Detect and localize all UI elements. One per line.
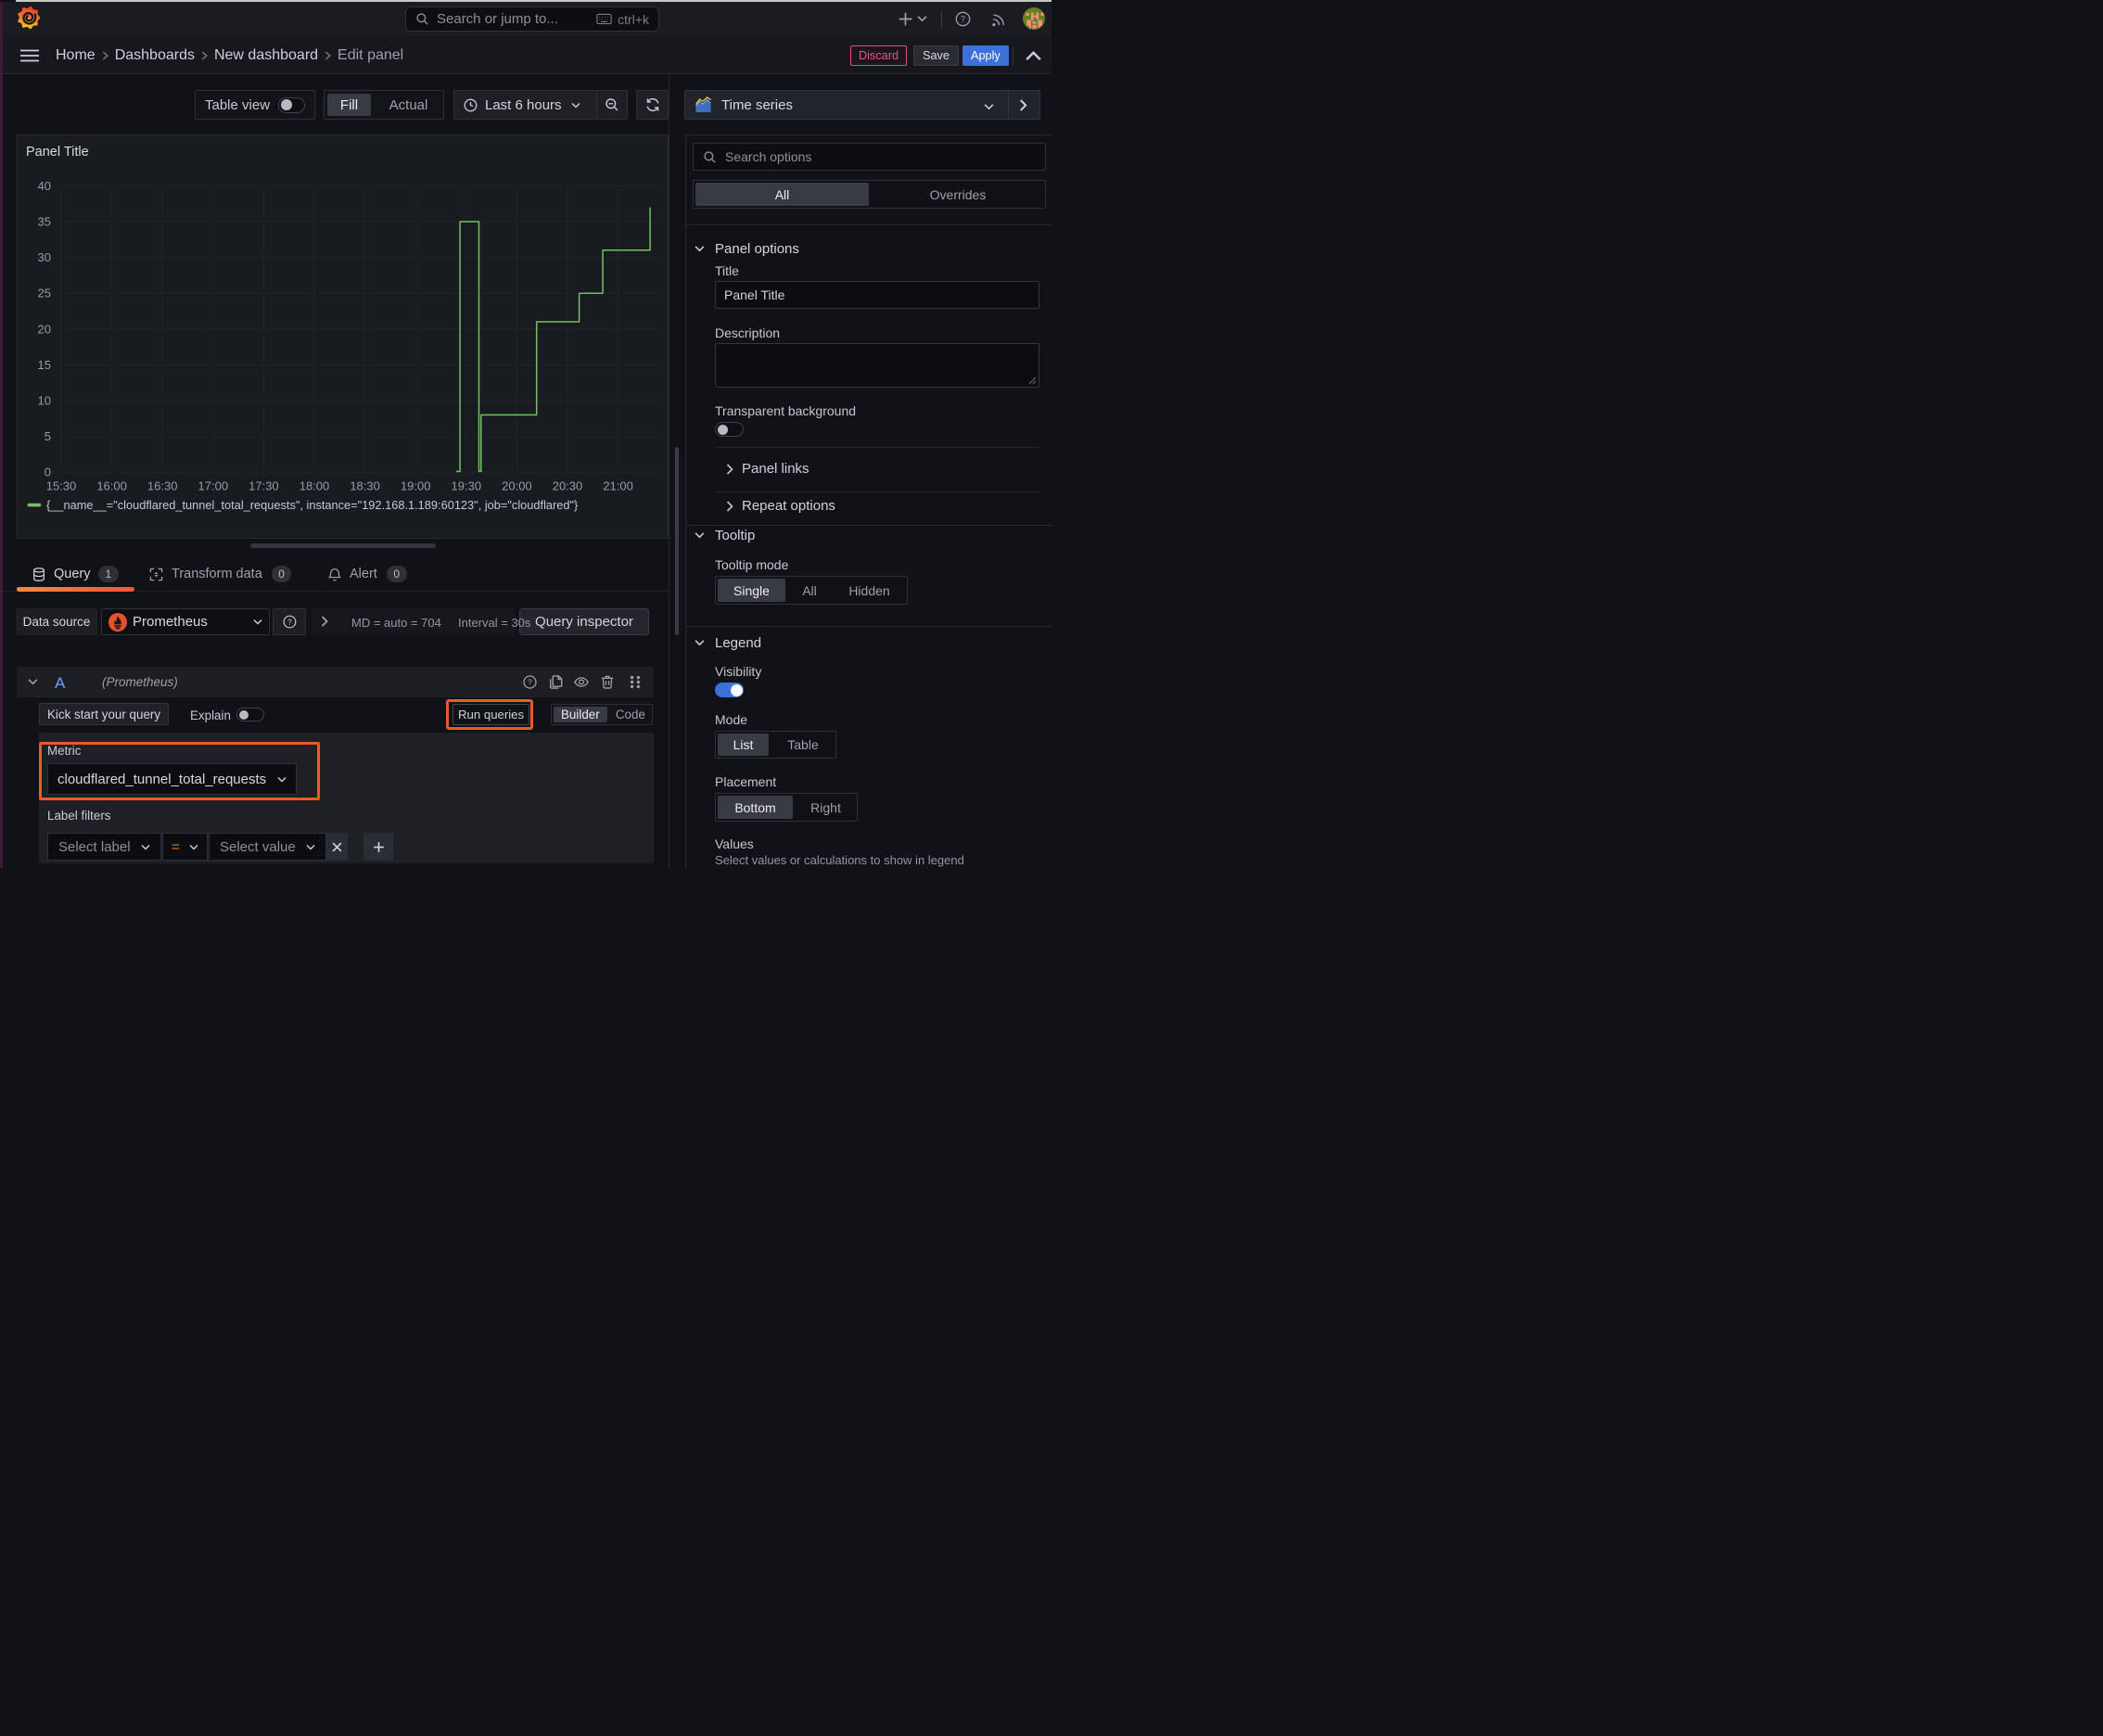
svg-text:?: ?: [961, 15, 965, 24]
svg-text:{__name__="cloudflared_tunnel_: {__name__="cloudflared_tunnel_total_requ…: [46, 498, 579, 512]
svg-text:30: 30: [38, 250, 51, 264]
svg-text:16:30: 16:30: [147, 479, 178, 493]
svg-text:17:00: 17:00: [198, 479, 229, 493]
svg-text:0: 0: [45, 466, 51, 479]
svg-text:19:00: 19:00: [401, 479, 431, 493]
svg-text:18:00: 18:00: [300, 479, 330, 493]
svg-text:17:30: 17:30: [249, 479, 279, 493]
svg-text:35: 35: [38, 215, 51, 229]
svg-text:20:30: 20:30: [553, 479, 583, 493]
svg-text:?: ?: [528, 678, 532, 687]
svg-text:25: 25: [38, 287, 51, 300]
svg-text:?: ?: [287, 618, 292, 626]
svg-text:21:00: 21:00: [603, 479, 633, 493]
svg-text:5: 5: [45, 429, 51, 443]
svg-text:16:00: 16:00: [96, 479, 127, 493]
svg-text:20: 20: [38, 323, 51, 337]
svg-text:15:30: 15:30: [46, 479, 77, 493]
svg-text:15: 15: [38, 358, 51, 372]
svg-text:10: 10: [38, 394, 51, 408]
svg-text:19:30: 19:30: [452, 479, 482, 493]
svg-text:18:30: 18:30: [350, 479, 380, 493]
svg-text:40: 40: [38, 179, 51, 193]
svg-text:20:00: 20:00: [502, 479, 532, 493]
